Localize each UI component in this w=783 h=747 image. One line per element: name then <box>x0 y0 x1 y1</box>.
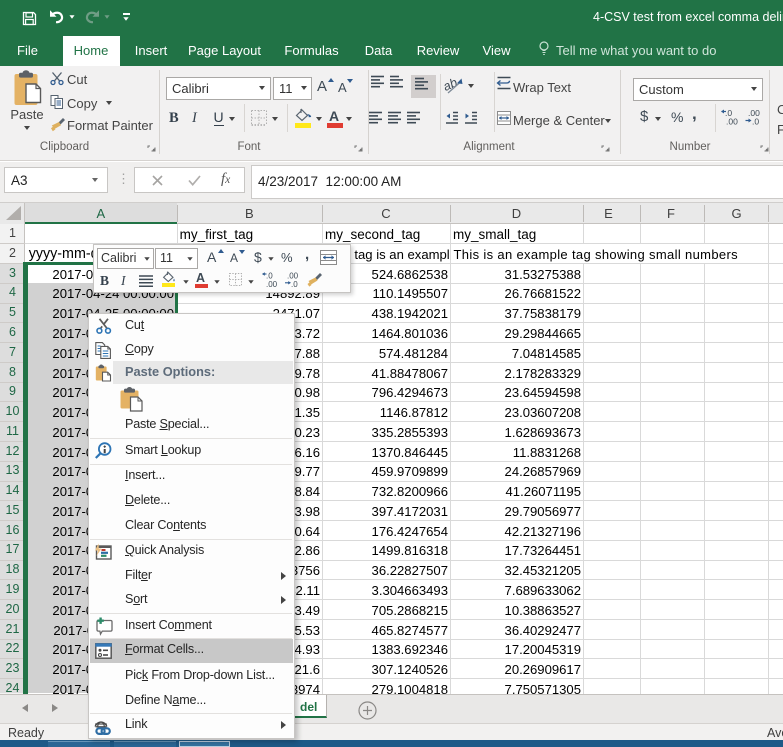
svg-text:.0: .0 <box>291 280 298 289</box>
svg-text:.00: .00 <box>266 280 278 289</box>
svg-text:.0: .0 <box>752 117 759 127</box>
svg-text:.00: .00 <box>726 117 738 127</box>
